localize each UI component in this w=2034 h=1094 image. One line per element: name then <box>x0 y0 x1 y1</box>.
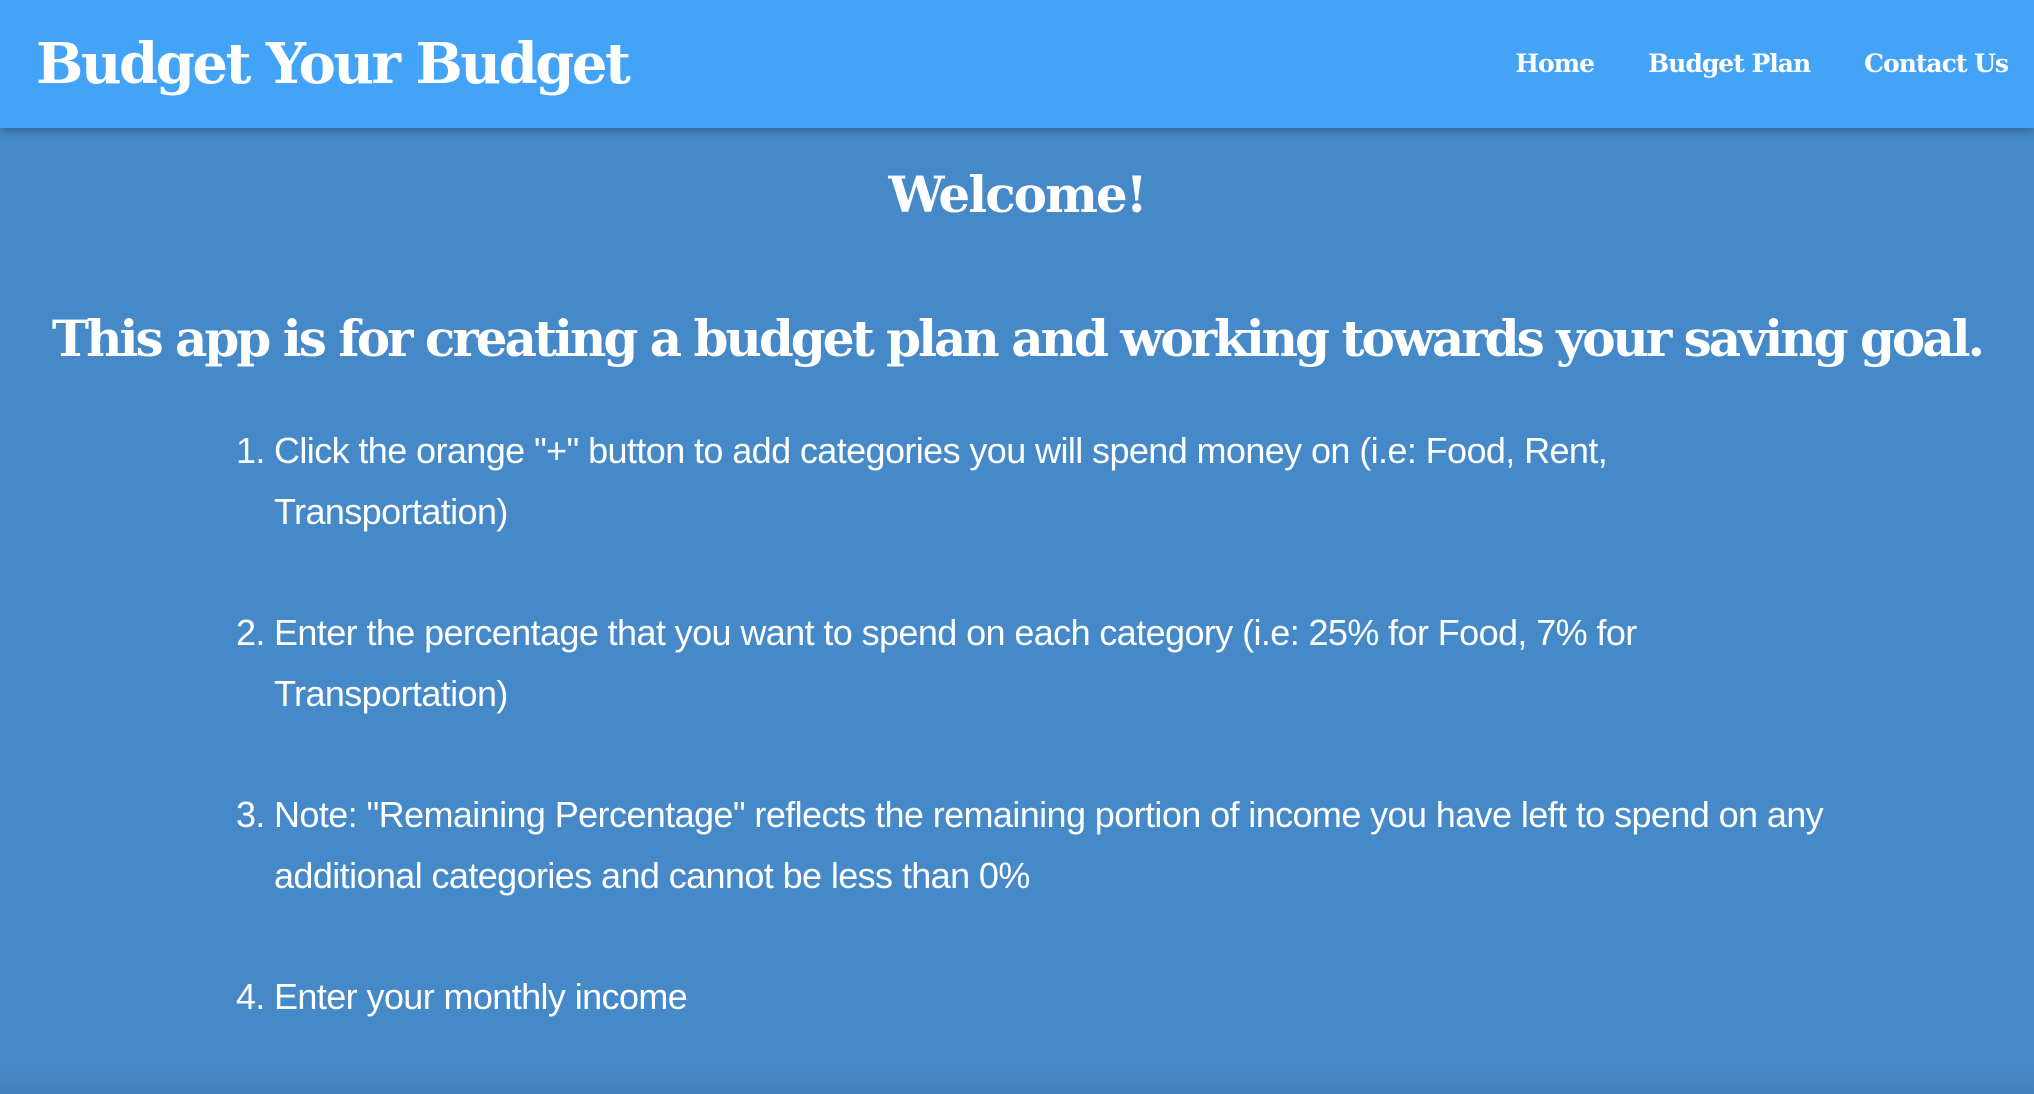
bottom-shadow <box>0 1066 2034 1094</box>
instruction-text: Note: "Remaining Percentage" reflects th… <box>274 794 1824 896</box>
instruction-item: 3. Note: "Remaining Percentage" reflects… <box>236 784 1836 906</box>
intro-heading: This app is for creating a budget plan a… <box>51 309 1985 368</box>
instruction-text: Enter the percentage that you want to sp… <box>274 612 1637 714</box>
instruction-number: 4. <box>236 976 265 1017</box>
instruction-number: 3. <box>236 794 265 835</box>
instructions-list: 1. Click the orange "+" button to add ca… <box>236 420 1836 1087</box>
instruction-item: 4. Enter your monthly income <box>236 966 1836 1027</box>
instruction-item: 1. Click the orange "+" button to add ca… <box>236 420 1836 542</box>
nav-links: Home Budget Plan Contact Us <box>1515 44 2009 84</box>
brand-logo[interactable]: Budget Your Budget <box>36 24 631 104</box>
instruction-item: 2. Enter the percentage that you want to… <box>236 602 1836 724</box>
top-navbar: Budget Your Budget Home Budget Plan Cont… <box>0 0 2034 128</box>
instruction-number: 1. <box>236 430 265 471</box>
instruction-number: 2. <box>236 612 265 653</box>
nav-link-contact-us[interactable]: Contact Us <box>1864 44 2009 84</box>
nav-link-home[interactable]: Home <box>1515 44 1595 84</box>
instruction-text: Click the orange "+" button to add categ… <box>274 430 1608 532</box>
instruction-text: Enter your monthly income <box>274 976 688 1017</box>
welcome-heading: Welcome! <box>888 165 1147 224</box>
main-content: Welcome! This app is for creating a budg… <box>0 128 2034 1094</box>
nav-link-budget-plan[interactable]: Budget Plan <box>1648 44 1811 84</box>
